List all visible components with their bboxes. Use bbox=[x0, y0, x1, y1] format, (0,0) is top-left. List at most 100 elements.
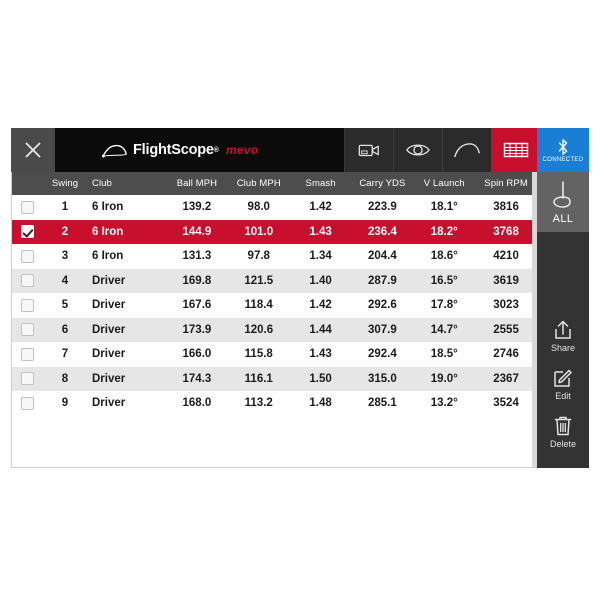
cell-club: 6 Iron bbox=[92, 201, 124, 214]
row-checkbox[interactable] bbox=[20, 347, 34, 361]
cell-spin-rpm: 3768 bbox=[493, 225, 519, 238]
bluetooth-icon bbox=[558, 138, 568, 155]
edit-button[interactable]: Edit bbox=[537, 360, 589, 408]
cell-swing: 5 bbox=[61, 299, 69, 312]
column-header-ball-mph[interactable]: Ball MPH bbox=[166, 172, 228, 195]
share-icon bbox=[555, 320, 571, 339]
shot-data-table: Swing Club Ball MPH Club MPH Smash Carry… bbox=[12, 172, 537, 416]
row-checkbox[interactable] bbox=[20, 298, 34, 312]
table-row[interactable]: 6 Driver 173.9 120.6 1.44 307.9 14.7° 2555 bbox=[12, 317, 537, 343]
row-select-cell[interactable] bbox=[12, 195, 42, 220]
share-button[interactable]: Share bbox=[537, 312, 589, 360]
cell-swing: 9 bbox=[61, 397, 69, 410]
row-select-cell[interactable] bbox=[12, 220, 42, 245]
bluetooth-status-button[interactable]: CONNECTED bbox=[537, 128, 589, 172]
cell-swing: 8 bbox=[61, 372, 69, 385]
column-header-carry-yds[interactable]: Carry YDS bbox=[351, 172, 414, 195]
data-table-panel: Swing Club Ball MPH Club MPH Smash Carry… bbox=[11, 172, 537, 468]
row-checkbox[interactable] bbox=[20, 225, 34, 239]
row-select-cell[interactable] bbox=[12, 342, 42, 367]
cell-v-launch: 17.8° bbox=[430, 299, 458, 312]
table-row[interactable]: 9 Driver 168.0 113.2 1.48 285.1 13.2° 3524 bbox=[12, 391, 537, 416]
cell-spin-rpm: 2555 bbox=[493, 323, 519, 336]
cell-swing: 7 bbox=[61, 348, 69, 361]
cell-smash: 1.40 bbox=[309, 274, 332, 287]
delete-button[interactable]: Delete bbox=[537, 408, 589, 456]
row-select-cell[interactable] bbox=[12, 318, 42, 343]
table-row[interactable]: 3 6 Iron 131.3 97.8 1.34 204.4 18.6° 4210 bbox=[12, 244, 537, 269]
column-header-swing[interactable]: Swing bbox=[42, 172, 88, 195]
row-select-cell[interactable] bbox=[12, 293, 42, 318]
table-row[interactable]: 5 Driver 167.6 118.4 1.42 292.6 17.8° 3023 bbox=[12, 293, 537, 318]
trajectory-icon bbox=[454, 143, 480, 158]
tab-view[interactable] bbox=[393, 128, 442, 172]
table-icon bbox=[503, 142, 529, 158]
cell-carry-yds: 307.9 bbox=[368, 323, 397, 336]
cell-swing: 4 bbox=[61, 274, 69, 287]
cell-spin-rpm: 3619 bbox=[493, 274, 519, 287]
table-row[interactable]: 8 Driver 174.3 116.1 1.50 315.0 19.0° 2367 bbox=[12, 366, 537, 392]
cell-club-mph: 113.2 bbox=[244, 397, 273, 410]
cell-spin-rpm: 3816 bbox=[493, 201, 519, 214]
column-header-select[interactable] bbox=[12, 172, 42, 195]
column-header-v-launch[interactable]: V Launch bbox=[413, 172, 476, 195]
row-checkbox[interactable] bbox=[20, 323, 34, 337]
bluetooth-status-label: CONNECTED bbox=[542, 156, 584, 163]
row-checkbox[interactable] bbox=[20, 249, 34, 263]
cell-smash: 1.48 bbox=[309, 397, 332, 410]
cell-swing: 2 bbox=[61, 225, 69, 238]
club-filter-button[interactable]: ALL bbox=[537, 172, 589, 232]
table-row[interactable]: 1 6 Iron 139.2 98.0 1.42 223.9 18.1° 3816 bbox=[12, 195, 537, 220]
cell-club-mph: 120.6 bbox=[244, 323, 274, 336]
golf-club-icon bbox=[553, 180, 571, 208]
cell-club: Driver bbox=[92, 274, 126, 287]
cell-v-launch: 19.0° bbox=[430, 372, 458, 385]
brand-product-name: mevo bbox=[225, 143, 259, 157]
table-row[interactable]: 4 Driver 169.8 121.5 1.40 287.9 16.5° 3619 bbox=[12, 268, 537, 294]
cell-spin-rpm: 2367 bbox=[493, 372, 519, 385]
cell-spin-rpm: 3524 bbox=[493, 397, 519, 410]
cell-carry-yds: 292.6 bbox=[368, 299, 397, 312]
cell-smash: 1.42 bbox=[309, 201, 332, 214]
cell-smash: 1.43 bbox=[309, 348, 332, 361]
cell-carry-yds: 287.9 bbox=[368, 274, 397, 287]
table-row[interactable]: 2 6 Iron 144.9 101.0 1.43 236.4 18.2° 3768 bbox=[12, 219, 537, 245]
cell-spin-rpm: 2746 bbox=[493, 348, 519, 361]
row-select-cell[interactable] bbox=[12, 391, 42, 416]
column-header-club-mph[interactable]: Club MPH bbox=[227, 172, 290, 195]
row-checkbox[interactable] bbox=[20, 396, 34, 410]
cell-carry-yds: 236.4 bbox=[368, 225, 397, 238]
row-checkbox[interactable] bbox=[20, 372, 34, 386]
cell-club-mph: 116.1 bbox=[244, 372, 273, 385]
tab-trajectory[interactable] bbox=[442, 128, 491, 172]
cell-spin-rpm: 4210 bbox=[493, 250, 519, 263]
cell-ball-mph: 174.3 bbox=[182, 372, 212, 385]
cell-carry-yds: 204.4 bbox=[368, 250, 397, 263]
share-label: Share bbox=[550, 343, 576, 353]
club-filter-label: ALL bbox=[552, 212, 574, 225]
cell-club: 6 Iron bbox=[92, 225, 124, 238]
cell-ball-mph: 167.6 bbox=[182, 299, 212, 312]
row-checkbox[interactable] bbox=[20, 274, 34, 288]
column-header-smash[interactable]: Smash bbox=[289, 172, 352, 195]
tab-data-table[interactable] bbox=[491, 128, 540, 172]
table-header-row: Swing Club Ball MPH Club MPH Smash Carry… bbox=[12, 172, 537, 195]
cell-club-mph: 101.0 bbox=[244, 225, 274, 238]
edit-label: Edit bbox=[555, 391, 571, 401]
row-select-cell[interactable] bbox=[12, 367, 42, 392]
cell-club: Driver bbox=[92, 323, 126, 336]
close-button[interactable] bbox=[11, 128, 55, 172]
cell-club-mph: 118.4 bbox=[244, 299, 273, 312]
table-row[interactable]: 7 Driver 166.0 115.8 1.43 292.4 18.5° 2746 bbox=[12, 342, 537, 367]
row-select-cell[interactable] bbox=[12, 269, 42, 294]
tab-video[interactable] bbox=[344, 128, 393, 172]
cell-club: 6 Iron bbox=[92, 250, 124, 263]
column-header-spin-rpm[interactable]: Spin RPM bbox=[475, 172, 537, 195]
row-select-cell[interactable] bbox=[12, 244, 42, 269]
column-header-club[interactable]: Club bbox=[88, 172, 166, 195]
cell-swing: 1 bbox=[61, 201, 69, 214]
row-checkbox[interactable] bbox=[20, 200, 34, 214]
cell-club-mph: 98.0 bbox=[247, 201, 270, 214]
edit-pencil-icon bbox=[554, 369, 572, 387]
table-body: 1 6 Iron 139.2 98.0 1.42 223.9 18.1° 3816 2 6 Iro… bbox=[12, 195, 537, 416]
